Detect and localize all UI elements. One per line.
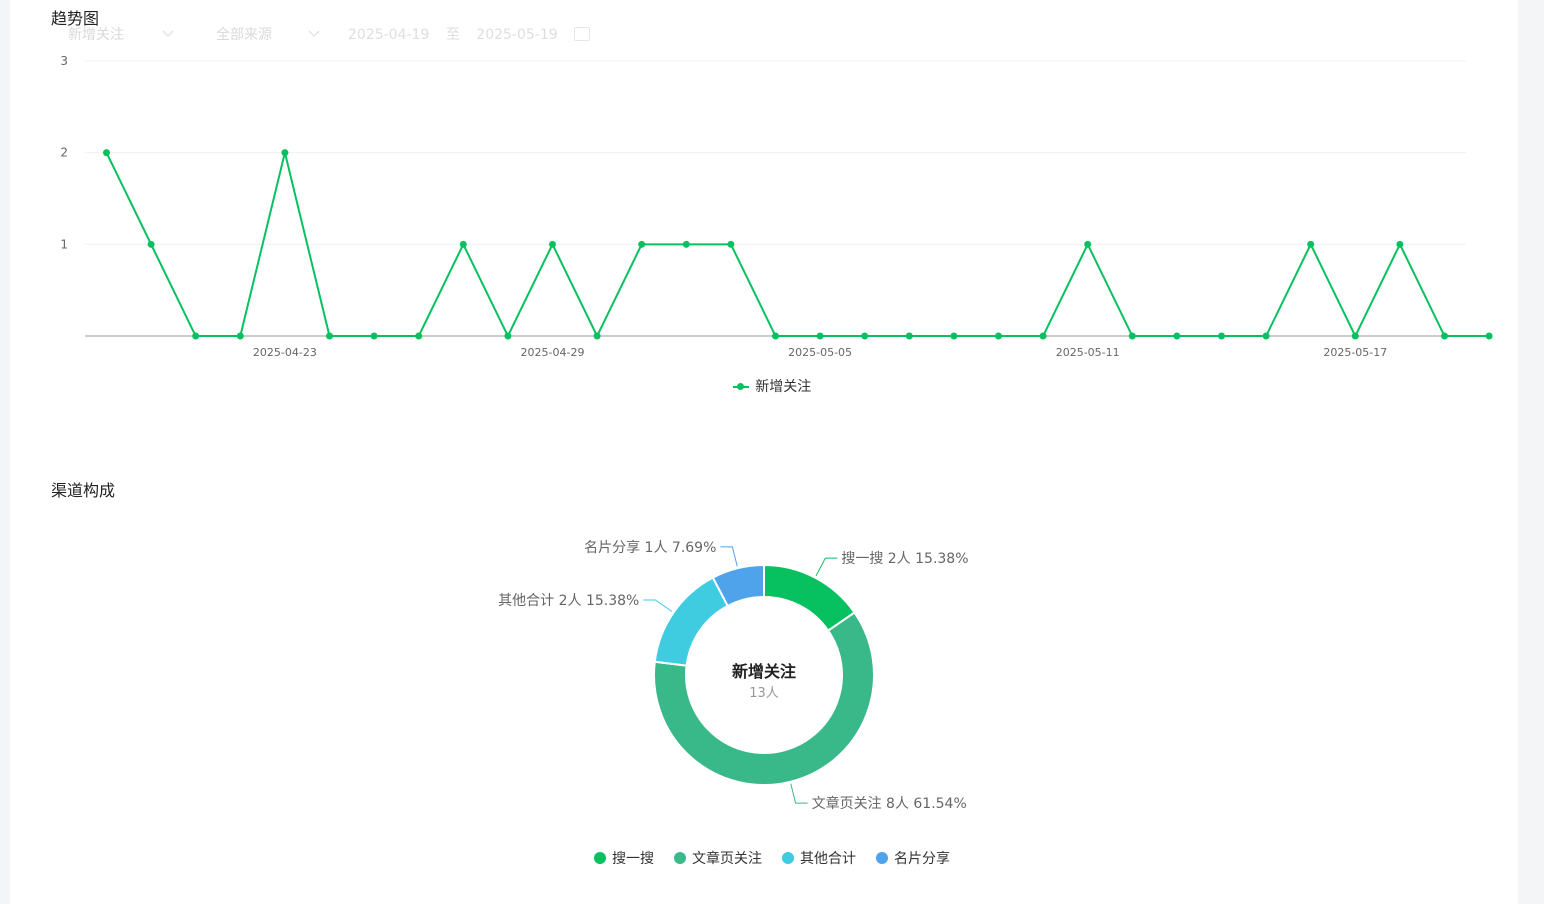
x-tick-label: 2025-04-29 [521,346,585,359]
donut-slice[interactable] [653,576,730,667]
data-point[interactable] [1084,240,1092,248]
legend-dot-icon [674,852,686,864]
data-point[interactable] [1128,332,1136,340]
legend-label: 名片分享 [894,851,950,867]
donut-slice-label: 名片分享 1人 7.69% [584,539,716,556]
donut-slice-label: 其他合计 2人 15.38% [498,593,639,609]
data-point[interactable] [549,240,556,248]
legend-item[interactable]: 搜一搜 [594,848,654,868]
data-point[interactable] [1351,332,1359,340]
data-point[interactable] [1039,332,1047,340]
data-point[interactable] [1218,332,1225,340]
legend-label: 文章页关注 [692,851,762,867]
data-point[interactable] [593,332,601,340]
data-point[interactable] [950,332,958,340]
legend-item[interactable]: 名片分享 [876,848,950,868]
legend-dot-icon [876,852,888,864]
y-tick-label: 1 [60,237,68,251]
data-point[interactable] [192,332,200,340]
y-tick-label: 3 [60,54,68,68]
data-point[interactable] [370,332,378,340]
data-point[interactable] [861,332,869,340]
data-point[interactable] [682,240,690,248]
data-point[interactable] [281,149,289,157]
data-point[interactable] [236,332,244,340]
donut-label-line [815,557,838,577]
legend-dot-icon [782,852,794,864]
donut-slice-label: 文章页关注 8人 61.54% [812,795,967,812]
data-point[interactable] [638,240,646,248]
data-point[interactable] [1396,240,1404,248]
data-point[interactable] [415,332,423,340]
x-tick-label: 2025-05-11 [1056,346,1120,359]
donut-label-line [790,783,808,804]
legend-dot-icon [594,852,606,864]
x-tick-label: 2025-04-23 [253,346,317,359]
donut-center-title: 新增关注 [732,662,796,681]
y-tick-labels: 1 2 3 [60,54,68,251]
legend-line-marker-icon [732,382,749,392]
data-point[interactable] [772,332,779,340]
data-point[interactable] [1307,240,1315,248]
legend-label: 搜一搜 [612,851,654,867]
data-point[interactable] [103,149,110,157]
data-point[interactable] [995,332,1002,340]
grid-lines [85,60,1466,337]
data-point[interactable] [147,240,155,248]
data-point[interactable] [326,332,333,340]
data-point[interactable] [905,332,913,340]
channels-title: 渠道构成 [51,481,116,500]
donut-label-line [643,599,673,612]
donut-slice-label: 搜一搜 2人 15.38% [841,551,968,567]
x-tick-labels: 2025-04-23 2025-04-29 2025-05-05 2025-05-11… [253,346,1387,359]
data-point[interactable] [816,332,824,340]
data-point[interactable] [1173,332,1181,340]
line-legend[interactable]: 新增关注 [0,376,1544,396]
data-point[interactable] [504,332,512,340]
donut-center-value: 13人 [749,686,779,701]
x-tick-label: 2025-05-05 [788,346,852,359]
y-tick-label: 2 [60,146,68,160]
channel-donut-chart: 搜一搜 2人 15.38% 文章页关注 8人 61.54% 其他合计 2人 15.3… [498,539,968,812]
legend-item[interactable]: 其他合计 [782,848,856,868]
legend-label: 其他合计 [800,851,856,867]
x-tick-label: 2025-05-17 [1323,346,1387,359]
data-point[interactable] [727,240,735,248]
donut-label-line [720,546,738,567]
legend-series-name: 新增关注 [755,379,812,395]
legend-item[interactable]: 文章页关注 [674,848,762,868]
data-point[interactable] [459,240,467,248]
data-point[interactable] [1441,332,1448,340]
donut-legend: 搜一搜 文章页关注 其他合计 名片分享 [0,848,1544,868]
data-point[interactable] [1262,332,1270,340]
trend-line-chart: 123 2025-04-23 2025-04-29 2025-05-05 2025-0… [60,54,1493,359]
data-point[interactable] [1485,332,1493,340]
